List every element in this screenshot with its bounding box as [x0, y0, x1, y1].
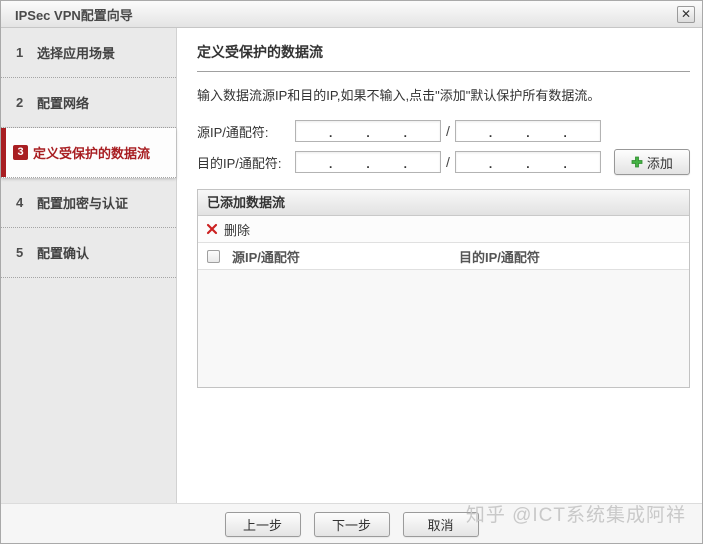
- octet-dot: .: [328, 126, 333, 140]
- source-ip-label: 源IP/通配符:: [197, 124, 269, 140]
- delete-button[interactable]: 删除: [198, 216, 689, 243]
- wizard-steps-sidebar: 1 选择应用场景 2 配置网络 3 定义受保护的数据流 4 配置加密与认证 5 …: [1, 28, 177, 503]
- octet-dot: .: [526, 157, 530, 171]
- add-button[interactable]: 添加: [613, 149, 690, 175]
- octet-dot: .: [563, 126, 567, 140]
- step-item-1[interactable]: 1 选择应用场景: [1, 28, 176, 78]
- step-label: 配置确认: [37, 246, 90, 261]
- source-ip-input[interactable]: . . .: [295, 120, 441, 142]
- step-item-2[interactable]: 2 配置网络: [1, 78, 176, 128]
- step-item-3-active[interactable]: 3 定义受保护的数据流: [1, 128, 176, 178]
- cancel-button[interactable]: 取消: [402, 511, 479, 537]
- octet-dot: .: [488, 157, 493, 171]
- plus-icon: [631, 156, 643, 168]
- source-ip-row: 源IP/通配符: . . . / . . .: [197, 119, 690, 143]
- step-label: 配置网络: [37, 96, 90, 111]
- titlebar: IPSec VPN配置向导 ✕: [1, 1, 702, 28]
- octet-dot: .: [526, 126, 530, 140]
- description-text: 输入数据流源IP和目的IP,如果不输入,点击"添加"默认保护所有数据流。: [197, 88, 601, 103]
- close-icon[interactable]: ✕: [677, 5, 695, 23]
- octet-dot: .: [403, 157, 407, 171]
- step-label: 定义受保护的数据流: [33, 146, 151, 161]
- step-number: 5: [16, 245, 24, 260]
- table-body-empty: [198, 270, 689, 387]
- dataflow-form: 源IP/通配符: . . . / . . . 目的IP/通配符: . . . /…: [197, 119, 690, 175]
- column-source-ip: 源IP/通配符: [232, 249, 300, 265]
- step-number: 1: [16, 45, 24, 60]
- page-title: 定义受保护的数据流: [197, 42, 690, 72]
- step-item-4[interactable]: 4 配置加密与认证: [1, 178, 176, 228]
- delete-x-icon: [206, 223, 218, 235]
- octet-dot: .: [563, 157, 567, 171]
- next-button[interactable]: 下一步: [313, 511, 390, 537]
- step-label: 配置加密与认证: [37, 196, 129, 211]
- source-wildcard-input[interactable]: . . .: [454, 120, 601, 142]
- step-number: 4: [16, 195, 24, 210]
- column-dest-ip: 目的IP/通配符: [459, 249, 540, 265]
- delete-label: 删除: [224, 222, 251, 238]
- added-dataflows-panel: 已添加数据流 删除 源IP/通配符 目的IP/通配符: [197, 189, 690, 388]
- window-title: IPSec VPN配置向导: [15, 7, 133, 23]
- octet-dot: .: [328, 157, 333, 171]
- step-label: 选择应用场景: [37, 46, 116, 61]
- add-button-label: 添加: [646, 155, 673, 171]
- octet-dot: .: [366, 157, 370, 171]
- dest-ip-label: 目的IP/通配符:: [197, 155, 282, 171]
- select-all-checkbox[interactable]: [207, 249, 220, 263]
- step-item-5[interactable]: 5 配置确认: [1, 228, 176, 278]
- prev-button[interactable]: 上一步: [224, 511, 301, 537]
- footer-bar: 上一步 下一步 取消: [1, 503, 702, 543]
- ipsec-vpn-wizard-dialog: IPSec VPN配置向导 ✕ 1 选择应用场景 2 配置网络 3 定义受保护的…: [0, 0, 703, 544]
- step-number: 3: [13, 145, 28, 160]
- main-panel: 定义受保护的数据流 输入数据流源IP和目的IP,如果不输入,点击"添加"默认保护…: [177, 28, 702, 503]
- dest-ip-input[interactable]: . . .: [295, 151, 441, 173]
- dest-wildcard-input[interactable]: . . .: [454, 151, 601, 173]
- dest-ip-row: 目的IP/通配符: . . . / . . . 添加: [197, 149, 690, 175]
- step-number: 2: [16, 95, 24, 110]
- panel-title: 已添加数据流: [198, 190, 689, 216]
- ip-wildcard-separator: /: [446, 154, 450, 170]
- table-column-header-row: 源IP/通配符 目的IP/通配符: [198, 243, 689, 270]
- octet-dot: .: [403, 126, 407, 140]
- ip-wildcard-separator: /: [446, 123, 450, 139]
- octet-dot: .: [366, 126, 370, 140]
- octet-dot: .: [488, 126, 493, 140]
